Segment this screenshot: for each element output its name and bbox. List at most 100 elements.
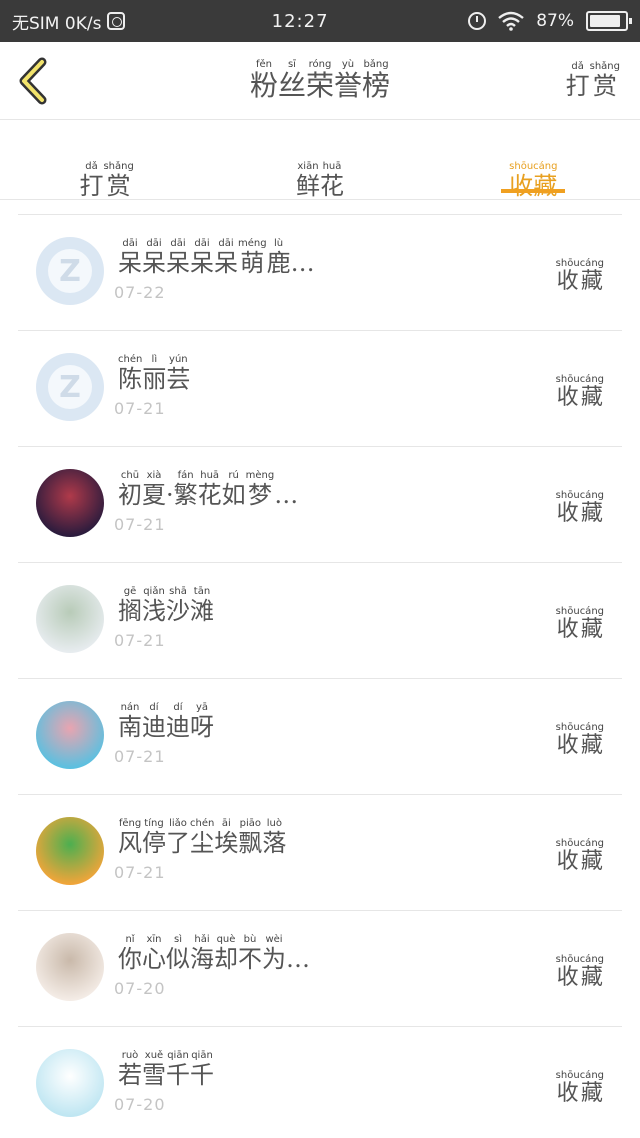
collect-button[interactable]: shōu 收 cáng 藏 (556, 483, 604, 526)
reward-button[interactable]: dǎ 打 shǎng 赏 (566, 54, 620, 99)
default-avatar[interactable]: Z (36, 353, 104, 421)
list-item[interactable]: Zdāi 呆 dāi 呆 dāi 呆 dāi 呆 dāi 呆 méng 萌 lù 鹿 … 07-22 shōu… (18, 215, 622, 331)
user-name-text: fēng 风 tíng 停 liǎo 了 chén 尘 āi 埃 piāo 飘 luò 落 (118, 818, 286, 856)
ruby-char: tān 滩 (190, 586, 214, 624)
ruby-char: liǎo 了 (166, 818, 190, 856)
avatar[interactable] (36, 933, 104, 1001)
ruby-char: … (274, 470, 298, 509)
tab-collect[interactable]: shōu 收 cáng 藏 (427, 120, 640, 199)
hanzi-text: 梦 (247, 481, 272, 509)
ruby-char: āi 埃 (214, 818, 238, 856)
hanzi-text: 初 (118, 481, 142, 509)
ruby-char: xuě 雪 (142, 1050, 166, 1088)
alarm-icon (468, 12, 487, 30)
hanzi-text: 埃 (214, 829, 239, 857)
avatar[interactable] (36, 701, 104, 769)
hanzi-text: 藏 (580, 617, 603, 642)
hanzi-text: 海 (190, 945, 214, 973)
hanzi-text: 呆 (190, 249, 214, 277)
collect-button[interactable]: shōu 收 cáng 藏 (556, 947, 604, 990)
collect-button[interactable]: shōu 收 cáng 藏 (556, 599, 604, 642)
ruby-char: hǎi 海 (190, 934, 214, 972)
hanzi-text: 南 (118, 713, 142, 741)
hanzi-text: 打 (565, 72, 590, 100)
hanzi-text: 为 (262, 945, 286, 973)
collect-button[interactable]: shōu 收 cáng 藏 (556, 251, 604, 294)
date-text: 07-21 (114, 515, 166, 534)
battery-icon (586, 11, 632, 31)
qq-star-icon: Z (48, 365, 92, 409)
hanzi-text: 千 (166, 1061, 190, 1089)
hanzi-text: 呆 (166, 249, 190, 277)
ruby-char: cáng 藏 (580, 838, 604, 874)
list-item[interactable]: nǐ 你 xīn 心 sì 似 hǎi 海 què 却 bù 不 wèi 为 … 07-20 shōu 收 cán… (18, 911, 622, 1027)
page-title: fěn 粉 sī 丝 róng 荣 yù 誉 bǎng 榜 (0, 52, 640, 102)
ruby-char: gē 搁 (118, 586, 142, 624)
hanzi-text: 藏 (533, 171, 558, 200)
list-item[interactable]: fēng 风 tíng 停 liǎo 了 chén 尘 āi 埃 piāo 飘 luò 落 07-21 shō… (18, 795, 622, 911)
hanzi-text: 藏 (580, 849, 603, 874)
hanzi-text: 藏 (580, 501, 603, 526)
hanzi-text: 鹿 (266, 249, 291, 277)
ruby-char: ruò 若 (118, 1050, 142, 1088)
date-text: 07-20 (114, 979, 166, 998)
collect-button-label: shōu 收 cáng 藏 (556, 258, 604, 294)
default-avatar[interactable]: Z (36, 237, 104, 305)
pinyin-text: dǎ (85, 160, 98, 172)
collect-button-label: shōu 收 cáng 藏 (556, 838, 604, 874)
list-item[interactable]: nán 南 dí 迪 dí 迪 yā 呀 07-21 shōu 收 cáng 藏 (18, 679, 622, 795)
hanzi-text: 丝 (277, 69, 306, 102)
list-item[interactable]: Zchén 陈 lì 丽 yún 芸 07-21 shōu 收 cáng 藏 (18, 331, 622, 447)
avatar[interactable] (36, 817, 104, 885)
hanzi-text: 萌 (240, 249, 265, 277)
hanzi-text: 若 (118, 1061, 142, 1089)
hanzi-text: 榜 (362, 69, 391, 102)
avatar[interactable] (36, 1049, 104, 1117)
status-time: 12:27 (271, 10, 329, 32)
hanzi-text: 收 (556, 269, 579, 294)
ruby-char: shǎng 赏 (590, 61, 620, 99)
pinyin-text: huā (322, 160, 342, 172)
ruby-char: fán 繁 (174, 470, 198, 508)
user-name-text: gē 搁 qiǎn 浅 shā 沙 tān 滩 (118, 586, 214, 624)
collect-button[interactable]: shōu 收 cáng 藏 (556, 367, 604, 410)
date-text: 07-20 (114, 1095, 166, 1114)
ruby-char: róng 荣 (306, 59, 334, 102)
hanzi-text: 不 (238, 945, 262, 973)
ruby-char: cáng 藏 (580, 722, 604, 758)
hanzi-text: 赏 (106, 171, 131, 200)
ruby-char: shōu 收 (556, 838, 580, 874)
collect-button[interactable]: shōu 收 cáng 藏 (556, 831, 604, 874)
hanzi-text: 你 (118, 945, 142, 973)
collect-button[interactable]: shōu 收 cáng 藏 (556, 715, 604, 758)
active-tab-indicator (501, 189, 566, 193)
date-text: 07-21 (114, 631, 166, 650)
ruby-char: cáng 藏 (533, 161, 557, 199)
list-item[interactable]: ruò 若 xuě 雪 qiān 千 qiān 千 07-20 shōu 收 cáng 藏 (18, 1027, 622, 1138)
ruby-char: lì 丽 (142, 354, 166, 392)
ruby-char: xià 夏 (142, 470, 166, 508)
tab-flowers[interactable]: xiān 鲜 huā 花 (213, 120, 426, 199)
ruby-char: piāo 飘 (238, 818, 262, 856)
header: fěn 粉 sī 丝 róng 荣 yù 誉 bǎng 榜 dǎ 打 shǎng 赏 (0, 42, 640, 120)
hanzi-text: 沙 (166, 597, 190, 625)
pinyin-text: xiān (297, 160, 319, 172)
collect-button[interactable]: shōu 收 cáng 藏 (556, 1063, 604, 1106)
tab-reward[interactable]: dǎ 打 shǎng 赏 (0, 120, 213, 199)
page-title-text: fěn 粉 sī 丝 róng 荣 yù 誉 bǎng 榜 (250, 59, 390, 102)
ruby-char: · (166, 470, 174, 509)
ruby-char: cáng 藏 (580, 374, 604, 410)
ruby-char: shōu 收 (556, 490, 580, 526)
user-name: gē 搁 qiǎn 浅 shā 沙 tān 滩 (118, 579, 214, 624)
hanzi-text: 了 (166, 829, 190, 857)
hanzi-text: 收 (556, 1081, 579, 1106)
hanzi-text: 千 (190, 1061, 214, 1089)
ruby-char: shǎng 赏 (103, 161, 133, 199)
avatar[interactable] (36, 585, 104, 653)
avatar[interactable] (36, 469, 104, 537)
list-item[interactable]: chū 初 xià 夏 · fán 繁 huā 花 rú 如 mèng 梦 … 07-21 shōu 收 cá… (18, 447, 622, 563)
hanzi-text: 飘 (238, 829, 263, 857)
ruby-char: cáng 藏 (580, 954, 604, 990)
list-item[interactable]: gē 搁 qiǎn 浅 shā 沙 tān 滩 07-21 shōu 收 cáng 藏 (18, 563, 622, 679)
ruby-char: lù 鹿 (267, 238, 291, 276)
